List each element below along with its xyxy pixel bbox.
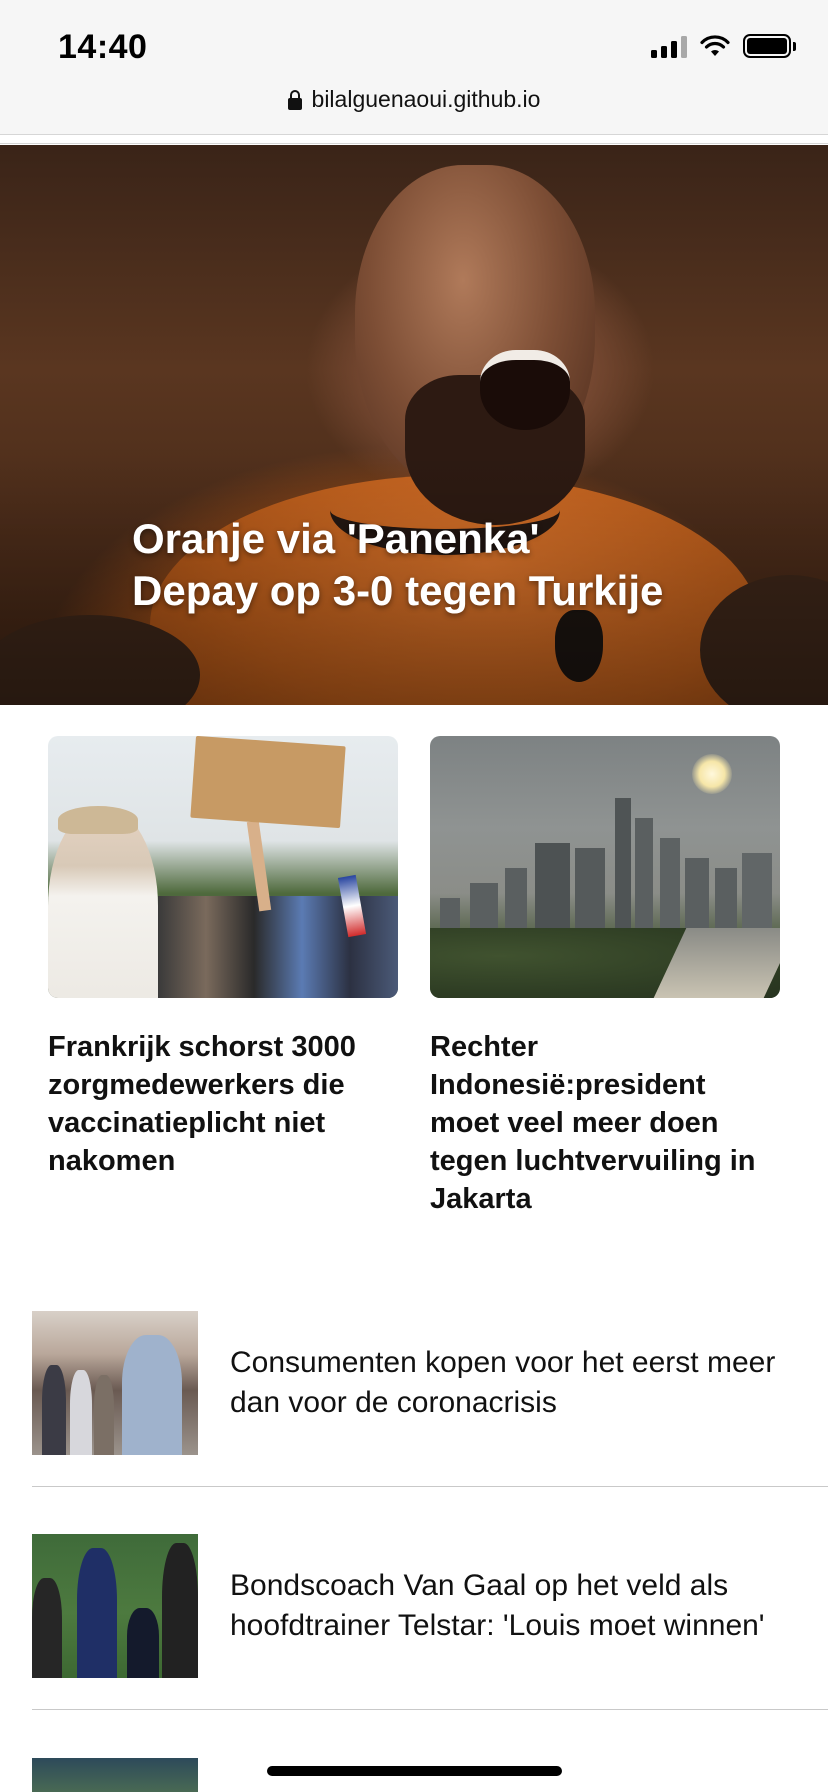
url-text: bilalguenaoui.github.io [311,86,541,112]
featured-card-indonesia[interactable]: Rechter Indonesië:president moet veel me… [430,736,780,1218]
featured-title[interactable]: Frankrijk schorst 3000 zorgmedewerkers d… [48,1028,398,1180]
list-item-title[interactable]: Consumenten kopen voor het eerst meer da… [230,1343,820,1423]
list-item[interactable]: Consumenten kopen voor het eerst meer da… [32,1298,828,1468]
browser-chrome: 14:40 bilalguenaoui.github.io [0,0,828,135]
list-item-title[interactable]: Bondscoach Van Gaal op het veld als hoof… [230,1566,820,1646]
hero-title-line2: Depay op 3-0 tegen Turkije [132,567,664,614]
lock-icon [287,89,302,110]
list-item[interactable]: Bondscoach Van Gaal op het veld als hoof… [32,1521,828,1691]
list-divider [32,1486,828,1487]
battery-icon [743,34,796,58]
featured-title[interactable]: Rechter Indonesië:president moet veel me… [430,1028,780,1218]
list-divider [32,1709,828,1710]
status-time: 14:40 [58,28,148,66]
url-bar[interactable]: bilalguenaoui.github.io [0,86,828,113]
hero-image-shade [0,145,828,705]
hero-article[interactable]: Oranje via 'Panenka' Depay op 3-0 tegen … [0,145,828,705]
list-image-training [32,1534,198,1678]
home-indicator[interactable] [267,1766,562,1776]
featured-card-france[interactable]: Frankrijk schorst 3000 zorgmedewerkers d… [48,736,398,1180]
wifi-icon [700,35,730,56]
featured-image-skyline [430,736,780,998]
cellular-signal-icon [651,34,687,58]
hero-title[interactable]: Oranje via 'Panenka' Depay op 3-0 tegen … [132,513,772,617]
status-icons [651,34,796,58]
list-image-shoppers [32,1311,198,1455]
featured-image-protest [48,736,398,998]
hero-title-line1: Oranje via 'Panenka' [132,515,540,562]
list-image-partial[interactable] [32,1758,198,1792]
chrome-divider [0,140,828,144]
